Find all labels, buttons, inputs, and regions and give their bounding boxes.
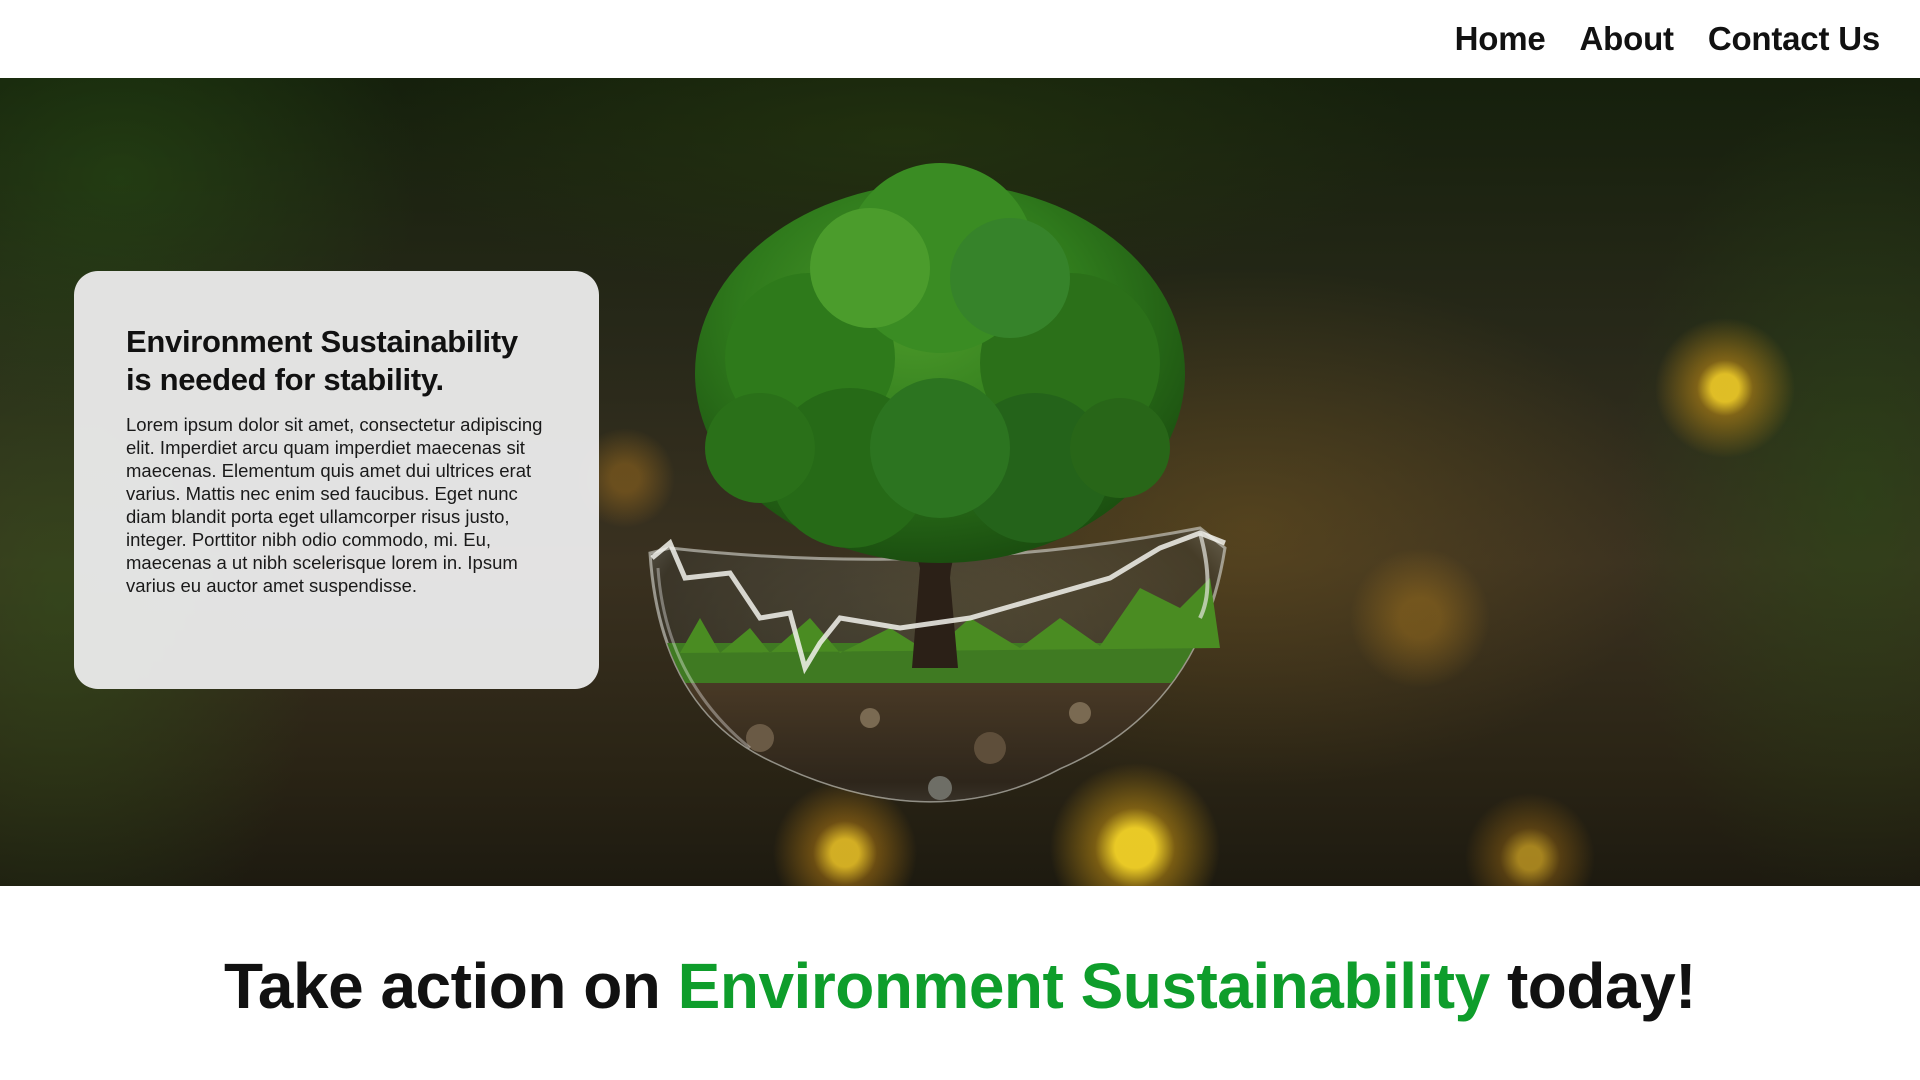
nav-link-about[interactable]: About (1580, 20, 1674, 58)
card-title-line1: Environment Sustainability (126, 324, 518, 359)
tree-in-glass-sphere-image (648, 163, 1227, 803)
headline-prefix: Take action on (224, 950, 661, 1022)
call-to-action-headline: Take action on Environment Sustainabilit… (0, 946, 1920, 1026)
card-title: Environment Sustainability is needed for… (126, 323, 547, 399)
nav-link-contact-us[interactable]: Contact Us (1708, 20, 1880, 58)
card-body-text: Lorem ipsum dolor sit amet, consectetur … (126, 414, 543, 596)
nav-links: Home About Contact Us (1455, 0, 1881, 78)
card-title-line2: is needed for stability. (126, 362, 444, 397)
info-card: Environment Sustainability is needed for… (74, 271, 599, 689)
headline-suffix: today! (1506, 950, 1697, 1022)
top-navigation: Home About Contact Us (0, 0, 1920, 78)
nav-link-home[interactable]: Home (1455, 20, 1546, 58)
hero-section: Environment Sustainability is needed for… (0, 78, 1920, 886)
tree-canopy (695, 163, 1185, 563)
headline-accent: Environment Sustainability (677, 950, 1491, 1022)
